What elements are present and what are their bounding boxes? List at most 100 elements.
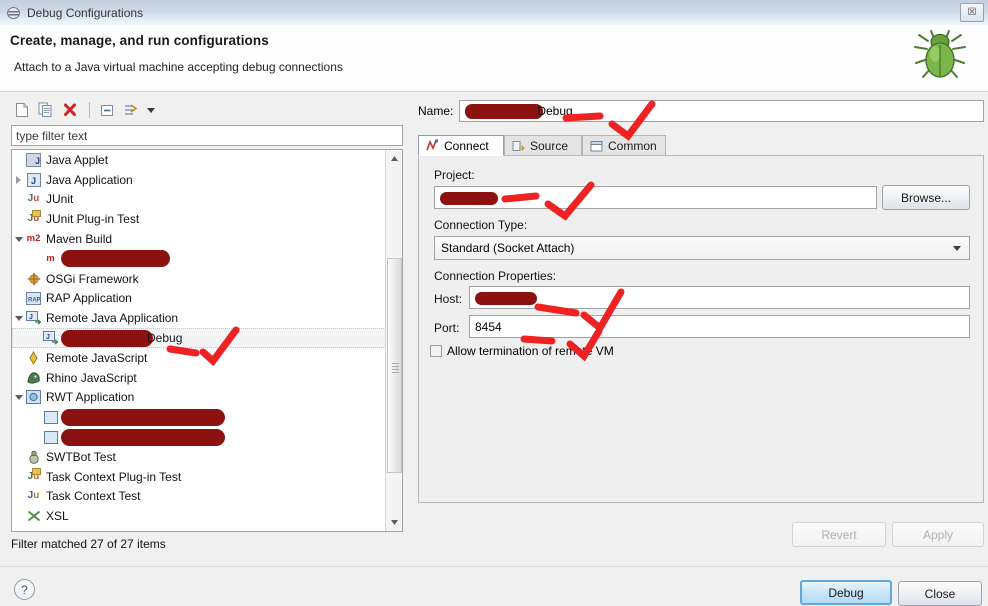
tree-item-label: SWTBot Test	[46, 449, 116, 464]
close-icon[interactable]: ☒	[960, 3, 984, 22]
host-input[interactable]	[469, 286, 970, 309]
window-title: Debug Configurations	[27, 5, 144, 20]
tab-source[interactable]: Source	[504, 135, 582, 156]
name-input[interactable]: Debug	[459, 100, 984, 122]
help-icon[interactable]: ?	[14, 579, 35, 600]
tree-item-label: Remote JavaScript	[46, 350, 148, 365]
tree-item[interactable]	[12, 407, 386, 427]
java-applet-icon: J	[25, 152, 42, 168]
search-input[interactable]: type filter text	[11, 125, 403, 146]
tree-scrollbar[interactable]	[385, 150, 402, 531]
junit-icon: Ju	[27, 193, 40, 205]
tree-item[interactable]: J Java Applet	[12, 150, 386, 170]
tree-item[interactable]: J Debug	[12, 328, 386, 348]
browse-button[interactable]: Browse...	[882, 185, 970, 210]
rwt-child-icon	[42, 429, 59, 445]
connect-icon	[425, 139, 440, 153]
chevron-down-icon	[953, 246, 961, 251]
debug-configurations-dialog: Debug Configurations ☒ Create, manage, a…	[0, 0, 988, 606]
chevron-right-icon[interactable]	[12, 175, 25, 184]
configurations-toolbar	[6, 97, 410, 123]
redaction-mark	[63, 410, 223, 424]
host-label: Host:	[434, 292, 463, 306]
scroll-up-icon[interactable]	[386, 150, 402, 167]
debug-configurations-icon	[7, 6, 21, 20]
tree-item-label: Task Context Plug-in Test	[46, 469, 182, 484]
copy-icon[interactable]	[35, 100, 57, 120]
configurations-pane: type filter text J Java Applet J Java Appli…	[6, 97, 410, 557]
tree-item[interactable]: Ju Task Context Test	[12, 487, 386, 507]
tab-common[interactable]: Common	[582, 135, 666, 156]
tree-item-label: JUnit	[46, 192, 74, 207]
port-input[interactable]: 8454	[469, 315, 970, 338]
name-label: Name:	[418, 104, 454, 118]
collapse-all-icon[interactable]	[96, 100, 118, 120]
java-application-icon: J	[25, 172, 42, 188]
checkbox-box-icon	[430, 345, 442, 357]
filter-icon[interactable]	[120, 100, 142, 120]
chevron-down-icon[interactable]	[147, 107, 155, 113]
swtbot-icon	[25, 449, 42, 465]
tree-item-label: Java Applet	[46, 152, 109, 167]
redaction-mark	[440, 192, 498, 206]
tree-item-label: Debug	[147, 331, 183, 346]
tree-item[interactable]: SWTBot Test	[12, 447, 386, 467]
tree-item-label: Rhino JavaScript	[46, 370, 137, 385]
tree-item-label: RWT Application	[46, 390, 135, 405]
svg-text:J: J	[35, 156, 40, 166]
connect-tab-panel: Project: Browse... Connection Type: Stan…	[418, 155, 984, 503]
connection-properties-label: Connection Properties:	[434, 269, 557, 283]
tree-item-label: JUnit Plug-in Test	[46, 212, 140, 227]
tree-item[interactable]: RAP RAP Application	[12, 289, 386, 309]
tree-item-label: RAP Application	[46, 291, 132, 306]
xsl-icon	[25, 508, 42, 524]
tree-item[interactable]: OSGi Framework	[12, 269, 386, 289]
revert-button[interactable]: Revert	[792, 522, 886, 547]
chevron-down-icon[interactable]	[12, 236, 25, 242]
chevron-down-icon[interactable]	[12, 315, 25, 321]
tree-item[interactable]: Ju JUnit	[12, 190, 386, 210]
rhino-javascript-icon	[25, 370, 42, 386]
remote-java-application-icon: J	[25, 310, 42, 326]
tree-item[interactable]: m2 Maven Build	[12, 229, 386, 249]
scrollbar-grip-icon	[392, 363, 399, 375]
chevron-down-icon[interactable]	[12, 394, 25, 400]
tree-item[interactable]: m	[12, 249, 386, 269]
tree-item[interactable]: XSL	[12, 506, 386, 526]
debug-button[interactable]: Debug	[800, 580, 892, 605]
toolbar-separator	[89, 102, 90, 118]
red-x-icon[interactable]	[59, 100, 81, 120]
tree-item[interactable]	[12, 427, 386, 447]
title-bar: Debug Configurations ☒	[0, 0, 988, 26]
scroll-down-icon[interactable]	[386, 514, 402, 531]
tree-item[interactable]: RWT Application	[12, 388, 386, 408]
common-icon	[589, 139, 604, 153]
tree-item[interactable]: J Remote Java Application	[12, 308, 386, 328]
svg-text:J: J	[46, 334, 50, 341]
allow-termination-checkbox[interactable]: Allow termination of remote VM	[430, 344, 614, 358]
connection-type-select[interactable]: Standard (Socket Attach)	[434, 236, 970, 260]
page-title: Create, manage, and run configurations	[10, 33, 269, 48]
scrollbar-thumb[interactable]	[387, 258, 402, 473]
rap-icon: RAP	[25, 290, 42, 306]
configurations-tree[interactable]: J Java Applet J Java Application Ju JUnit Ju JU…	[11, 149, 403, 532]
tree-item[interactable]: Remote JavaScript	[12, 348, 386, 368]
tree-item[interactable]: Ju JUnit Plug-in Test	[12, 209, 386, 229]
remote-java-config-icon: J	[42, 330, 59, 346]
tab-source-label: Source	[530, 139, 569, 153]
apply-button[interactable]: Apply	[892, 522, 984, 547]
tab-bar: Connect Source Common	[418, 134, 984, 156]
tree-item[interactable]: Rhino JavaScript	[12, 368, 386, 388]
rwt-child-icon	[42, 409, 59, 425]
project-input[interactable]	[434, 186, 877, 209]
tab-connect[interactable]: Connect	[418, 135, 504, 156]
redaction-mark	[63, 252, 168, 266]
new-document-icon[interactable]	[11, 100, 33, 120]
task-context-plugin-icon: Ju	[25, 467, 42, 485]
tree-item[interactable]: J Java Application	[12, 170, 386, 190]
rwt-icon	[25, 389, 42, 405]
connection-type-label: Connection Type:	[434, 218, 528, 232]
configuration-editor: Name: Debug Connect Source Common Projec…	[418, 100, 984, 555]
tree-item[interactable]: Ju Task Context Plug-in Test	[12, 467, 386, 487]
close-button[interactable]: Close	[898, 581, 982, 606]
